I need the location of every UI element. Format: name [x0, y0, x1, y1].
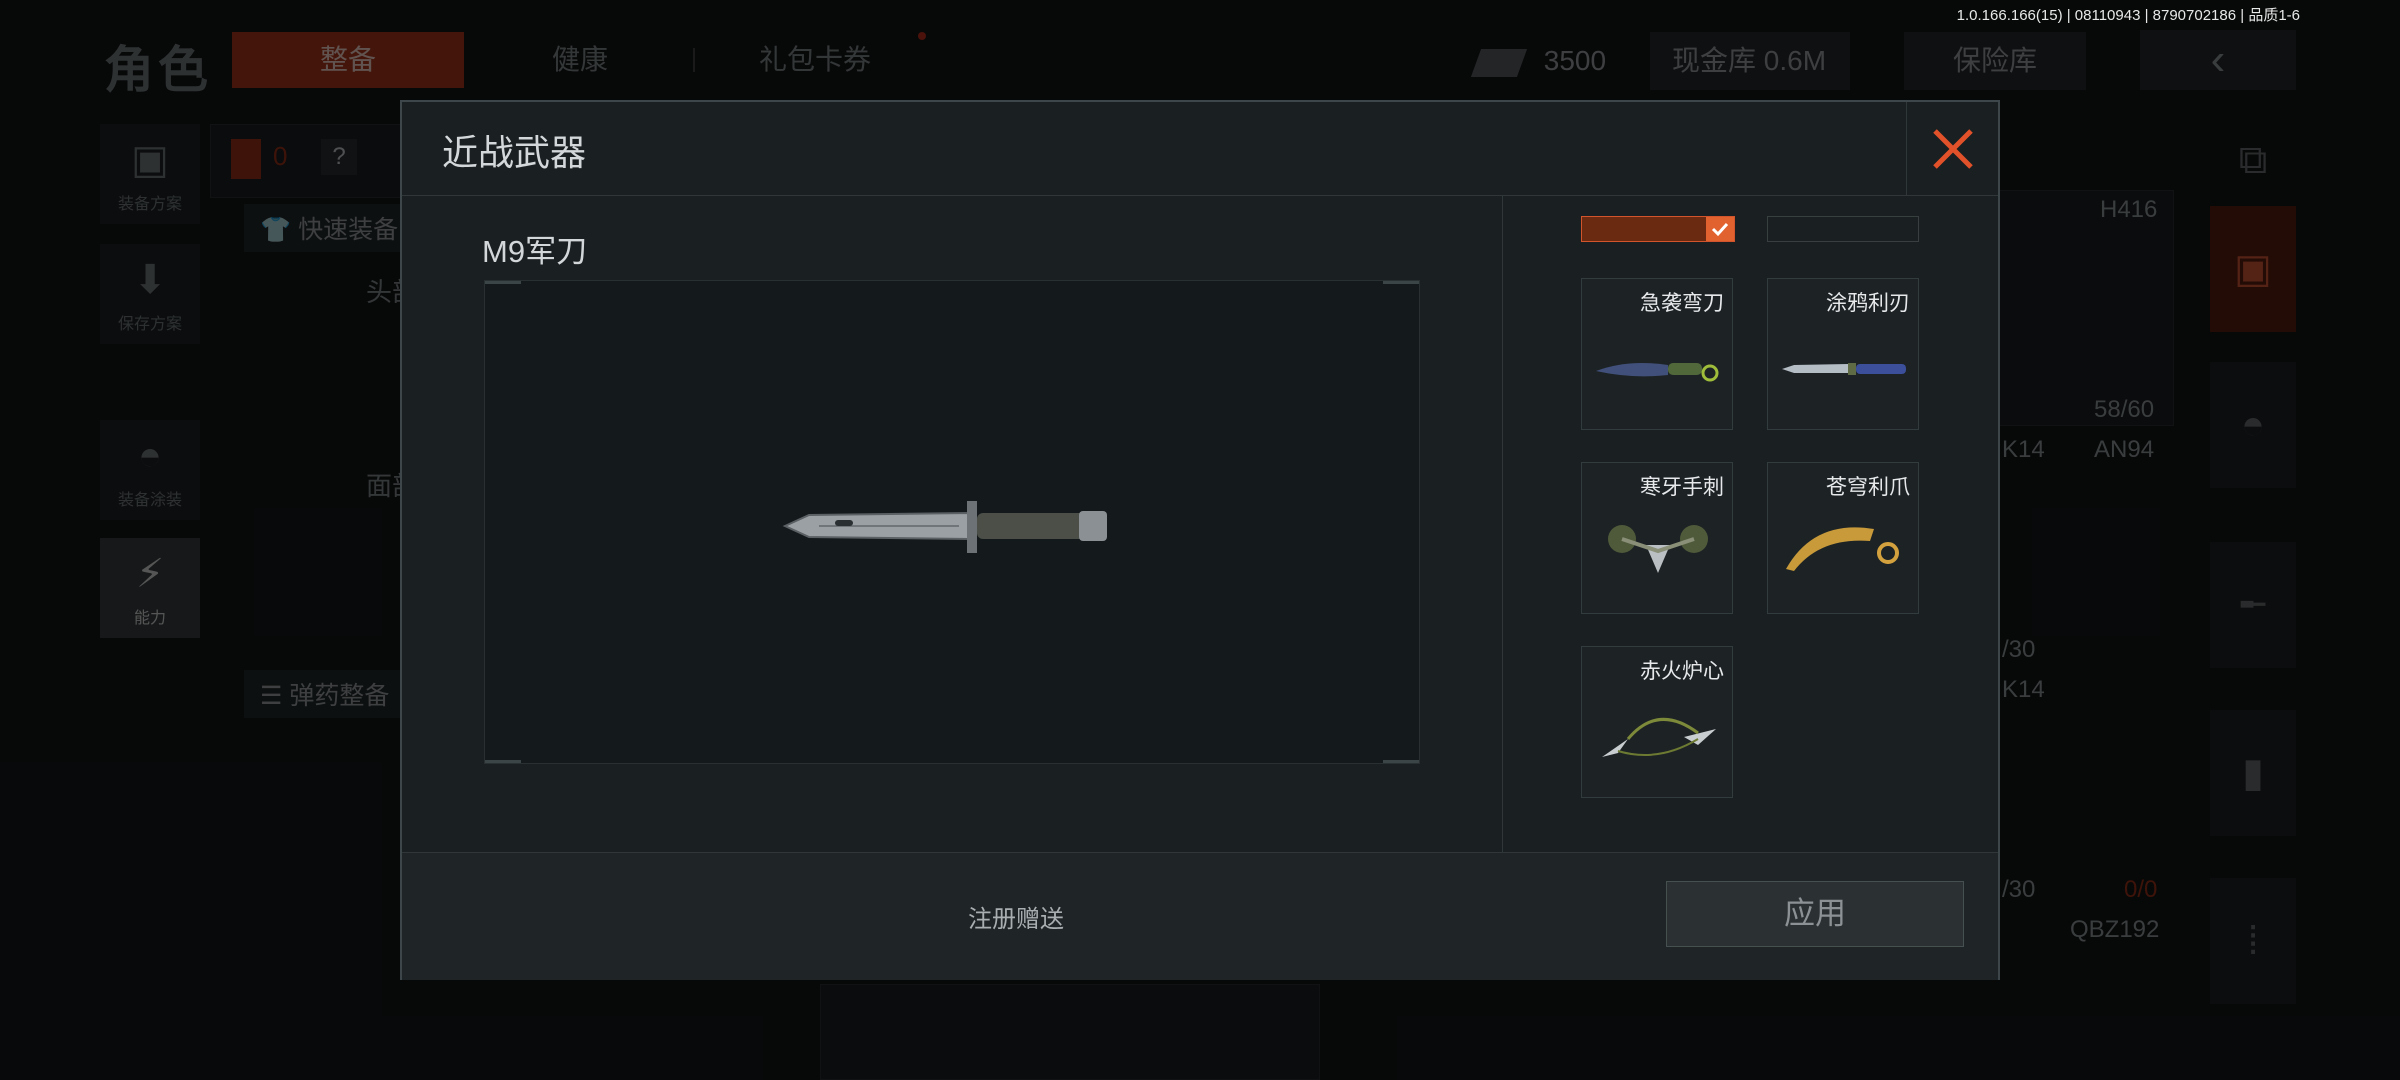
selected-skin-card[interactable]: [1581, 216, 1735, 242]
dialog-header: 近战武器: [402, 102, 1998, 196]
tab-gift-coupons[interactable]: 礼包卡券: [720, 32, 910, 88]
lightning-hex-icon: ⚡: [135, 552, 165, 596]
magazine-icon: ▮: [2241, 751, 2264, 795]
cash-icon: [1470, 48, 1528, 77]
melee-slot[interactable]: [820, 984, 1320, 1080]
nav-item-loadout-plan[interactable]: ▣ 装备方案: [100, 124, 200, 224]
notification-dot: [918, 32, 926, 40]
weapon-name: M9军刀: [482, 234, 588, 269]
checkmark-icon: [1706, 217, 1734, 241]
counter-value: 0: [273, 141, 288, 171]
nav-label: 能力: [133, 610, 166, 627]
frame-corner: [485, 760, 521, 763]
game-screen: 1.0.166.166(15) | 08110943 | 8790702186 …: [0, 0, 2400, 1080]
chain-dart-icon: [1602, 718, 1716, 757]
backpack-icon: ▣: [131, 138, 169, 182]
page-title: 角色: [104, 42, 212, 98]
close-icon: [1932, 129, 1973, 169]
skin-card-cangqiong-lizhua[interactable]: 苍穹利爪: [1767, 462, 1919, 614]
slot-ammo[interactable]: ⁞: [2210, 878, 2296, 1004]
weapon-slot-primary[interactable]: [1998, 190, 2174, 426]
melee-weapon-dialog: 近战武器 M9军刀 急袭弯刀 涂鸦利刃 寒牙手刺 苍穹利爪 赤火炉心 注册赠送 …: [400, 100, 2000, 980]
weapon-name: H416: [2100, 196, 2158, 223]
dialog-title: 近战武器: [442, 132, 587, 173]
nav-item-ability[interactable]: ⚡ 能力: [100, 538, 200, 638]
weapon-name: K14: [2002, 676, 2045, 703]
weapon-name: QBZ192: [2070, 916, 2160, 943]
version-info: 1.0.166.166(15) | 08110943 | 8790702186 …: [1956, 7, 2300, 24]
shirt-icon: 👕: [260, 216, 292, 244]
frame-corner: [485, 281, 521, 284]
footer-note: 注册赠送: [968, 906, 1064, 933]
frame-corner: [1383, 760, 1419, 763]
slot-helmet[interactable]: ◓: [2210, 362, 2296, 488]
weapon-preview-area: M9军刀: [402, 196, 1502, 852]
weapon-ammo: /30: [2002, 636, 2036, 663]
rifle-icon: ╾: [2240, 583, 2266, 627]
dialog-footer: 注册赠送 应用: [402, 852, 1998, 980]
apply-button[interactable]: 应用: [1666, 881, 1964, 947]
helmet-icon: ◓: [137, 434, 163, 478]
ammo-equip-button[interactable]: ☰ 弹药整备: [244, 670, 406, 718]
insurance-button[interactable]: 保险库: [1904, 32, 2086, 90]
nav-label: 装备涂装: [117, 492, 182, 509]
skin-card-hanya-shouci[interactable]: 寒牙手刺: [1581, 462, 1733, 614]
skin-card-chihuo-luxin[interactable]: 赤火炉心: [1581, 646, 1733, 798]
weapon-name: AN94: [2094, 436, 2155, 463]
gold-claw-icon: [1786, 527, 1899, 571]
weapon-ammo: 0/0: [2124, 876, 2158, 903]
download-icon: ⬇: [133, 258, 167, 302]
slot-backpack[interactable]: ▣: [2210, 206, 2296, 332]
karambit-blue-icon: [1596, 363, 1719, 382]
quick-equip-button[interactable]: 👕 快速装备: [244, 204, 415, 252]
list-icon: ☰: [260, 682, 283, 710]
bag-icon: [231, 139, 261, 179]
claw-spike-icon: [1608, 525, 1708, 573]
cash-display: 3500: [1470, 32, 1607, 90]
weapon-ammo: /30: [2002, 876, 2036, 903]
skin-name: 苍穹利爪: [1826, 476, 1910, 499]
nav-label: 保存方案: [117, 316, 182, 333]
tab-divider: [693, 48, 695, 72]
close-button[interactable]: [1906, 102, 1998, 196]
skin-name: 寒牙手刺: [1640, 476, 1724, 499]
vault-button[interactable]: 现金库 0.6M: [1650, 32, 1850, 90]
skin-card-jixi-wandao[interactable]: 急袭弯刀: [1581, 278, 1733, 430]
help-icon[interactable]: ?: [321, 139, 357, 175]
backpack-icon: ▣: [2234, 247, 2272, 291]
nav-item-gear-skin[interactable]: ◓ 装备涂装: [100, 420, 200, 520]
ammo-icon: ⁞: [2247, 919, 2259, 963]
skin-list: 急袭弯刀 涂鸦利刃 寒牙手刺 苍穹利爪 赤火炉心: [1502, 196, 1998, 852]
knife-icon: [782, 501, 1107, 553]
weapon-ammo: 58/60: [2094, 396, 2155, 423]
skin-name: 赤火炉心: [1640, 660, 1724, 683]
skin-card-tuya-liren[interactable]: 涂鸦利刃: [1767, 278, 1919, 430]
cash-amount: 3500: [1543, 45, 1607, 76]
slot-magazine[interactable]: ▮: [2210, 710, 2296, 836]
slot-rifle[interactable]: ╾: [2210, 542, 2296, 668]
skin-name: 急袭弯刀: [1640, 292, 1724, 315]
weapon-preview[interactable]: [484, 280, 1420, 764]
back-button[interactable]: ‹: [2140, 30, 2296, 90]
chevron-left-icon: ‹: [2210, 35, 2226, 84]
weapon-name: K14: [2002, 436, 2045, 463]
tab-equip[interactable]: 整备: [232, 32, 464, 88]
frame-corner: [1383, 281, 1419, 284]
tab-health[interactable]: 健康: [500, 32, 660, 88]
skin-card[interactable]: [1767, 216, 1919, 242]
layers-icon[interactable]: ⧉: [2210, 130, 2296, 190]
skin-name: 涂鸦利刃: [1826, 292, 1910, 315]
nav-item-save-plan[interactable]: ⬇ 保存方案: [100, 244, 200, 344]
helmet-icon: ◓: [2240, 403, 2266, 447]
nav-label: 装备方案: [117, 196, 182, 213]
graffiti-blade-icon: [1782, 363, 1906, 375]
counter-bar: 0 ?: [210, 124, 410, 198]
